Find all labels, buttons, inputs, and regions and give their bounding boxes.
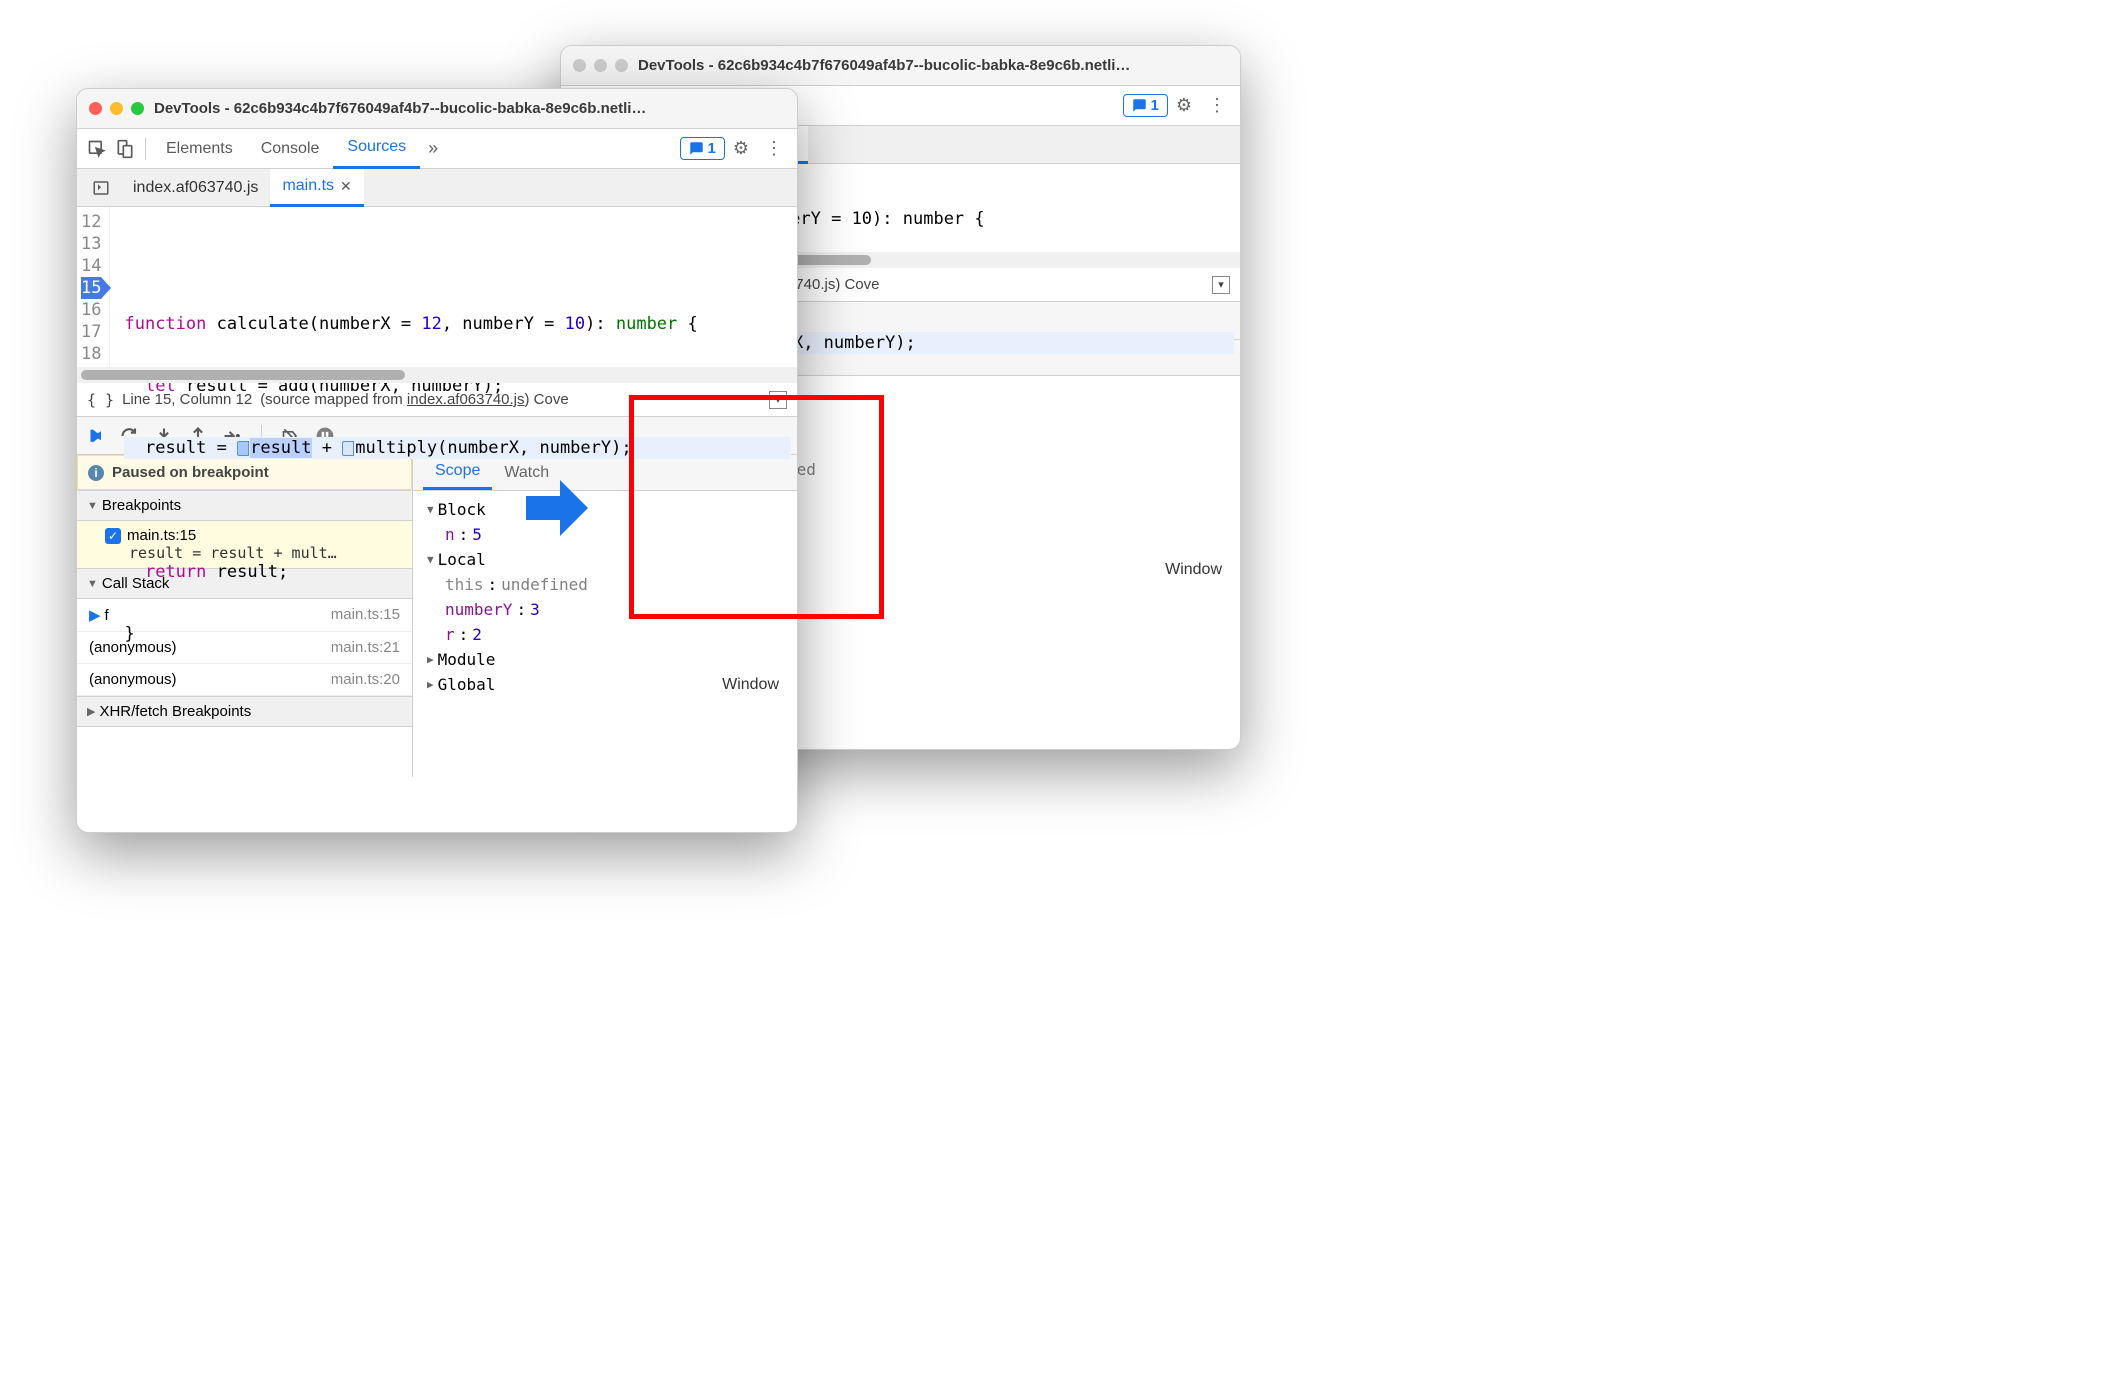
section-xhr[interactable]: ▶XHR/fetch Breakpoints [77,696,412,727]
horizontal-scrollbar[interactable] [77,367,797,383]
file-tab-index[interactable]: index.af063740.js [121,169,270,207]
tab-sources[interactable]: Sources [333,129,420,169]
inspect-icon[interactable] [83,135,111,163]
close-icon[interactable] [573,59,586,72]
breakpoint-line[interactable]: 15 [81,277,101,299]
arrow-icon [526,480,588,536]
code-line [124,251,791,273]
messages-badge[interactable]: 1 [680,137,725,160]
info-icon: i [88,465,104,481]
snippets-icon[interactable] [87,174,115,202]
gear-icon[interactable]: ⚙ [725,138,757,159]
step-marker-icon [342,441,354,456]
code-editor[interactable]: 12 13 14 15 16 17 18 function calculate(… [77,207,797,367]
main-toolbar: Elements Console Sources » 1 ⚙ ⋮ [77,129,797,169]
minimize-icon[interactable] [110,102,123,115]
code-line: return result; [124,561,791,583]
kebab-icon[interactable]: ⋮ [1200,95,1234,116]
kebab-icon[interactable]: ⋮ [757,138,791,159]
close-icon[interactable]: ✕ [340,178,352,195]
messages-badge[interactable]: 1 [1123,94,1168,117]
code-line [124,499,791,521]
traffic-lights [89,102,144,115]
tab-console[interactable]: Console [247,129,334,169]
close-icon[interactable] [89,102,102,115]
zoom-icon[interactable] [615,59,628,72]
resume-icon[interactable] [85,425,107,447]
titlebar: DevTools - 62c6b934c4b7f676049af4b7--buc… [561,46,1240,86]
window-title: DevTools - 62c6b934c4b7f676049af4b7--buc… [638,57,1130,74]
minimize-icon[interactable] [594,59,607,72]
file-tab-main[interactable]: main.ts✕ [270,169,363,207]
code-line-current: result = result + multiply(numberX, numb… [124,437,791,459]
zoom-icon[interactable] [131,102,144,115]
code-line: function calculate(numberX = 12, numberY… [124,313,791,335]
devtools-window-before: DevTools - 62c6b934c4b7f676049af4b7--buc… [76,88,798,833]
more-tabs-icon[interactable]: » [420,138,446,159]
line-gutter[interactable]: 12 13 14 15 16 17 18 [77,207,110,367]
pretty-print-icon[interactable]: { } [87,391,114,409]
traffic-lights [573,59,628,72]
file-tabs: index.af063740.js main.ts✕ [77,169,797,207]
code-line: } [124,623,791,645]
window-title: DevTools - 62c6b934c4b7f676049af4b7--buc… [154,100,646,117]
current-frame-icon: ▶ [89,607,101,624]
checkbox-icon[interactable]: ✓ [105,528,121,544]
titlebar: DevTools - 62c6b934c4b7f676049af4b7--buc… [77,89,797,129]
tab-elements[interactable]: Elements [152,129,247,169]
gear-icon[interactable]: ⚙ [1168,95,1200,116]
step-marker-icon [237,441,249,456]
device-icon[interactable] [111,135,139,163]
